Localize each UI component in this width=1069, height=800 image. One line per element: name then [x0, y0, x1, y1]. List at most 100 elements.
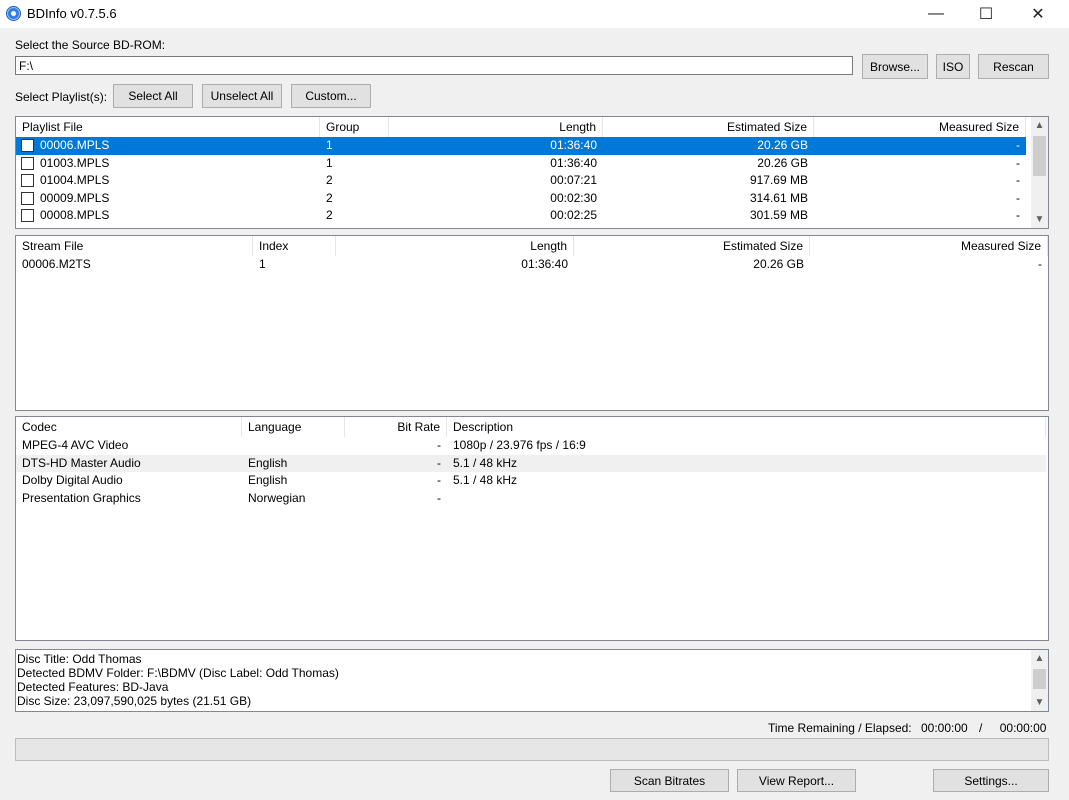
codec-header: Codec Language Bit Rate Description	[16, 417, 1048, 437]
playlist-file: 00009.MPLS	[40, 190, 110, 205]
playlist-estimated-size: 917.69 MB	[749, 173, 808, 187]
col-length[interactable]: Length	[336, 236, 574, 256]
codec-name: Dolby Digital Audio	[22, 473, 123, 487]
col-measured-size[interactable]: Measured Size	[810, 236, 1048, 256]
time-separator: /	[979, 721, 983, 735]
iso-button[interactable]: ISO	[936, 54, 970, 79]
select-all-button[interactable]: Select All	[113, 84, 193, 108]
minimize-button[interactable]: —	[913, 0, 959, 28]
log-line: Detected BDMV Folder: F:\BDMV (Disc Labe…	[17, 666, 339, 680]
col-playlist-file[interactable]: Playlist File	[16, 117, 320, 137]
playlist-length: 01:36:40	[550, 138, 597, 152]
codec-description	[447, 490, 1046, 507]
codec-list[interactable]: Codec Language Bit Rate Description MPEG…	[15, 416, 1049, 641]
codec-bit-rate: -	[437, 490, 441, 505]
col-group[interactable]: Group	[320, 117, 389, 137]
playlist-file: 00006.MPLS	[40, 138, 110, 152]
codec-row[interactable]: MPEG-4 AVC Video - 1080p / 23.976 fps / …	[16, 437, 1046, 455]
browse-button[interactable]: Browse...	[862, 54, 928, 79]
col-description[interactable]: Description	[447, 417, 1046, 437]
log-line: Detected Features: BD-Java	[17, 680, 169, 694]
playlist-file: 01004.MPLS	[40, 173, 110, 187]
playlist-checkbox[interactable]	[21, 209, 34, 222]
codec-name: MPEG-4 AVC Video	[22, 438, 129, 452]
playlist-measured-size: -	[1016, 138, 1020, 152]
playlist-header: Playlist File Group Length Estimated Siz…	[16, 117, 1048, 137]
playlist-row[interactable]: 00008.MPLS 2 00:02:25 301.59 MB -	[16, 207, 1026, 225]
playlist-scrollbar[interactable]: ▲ ▼	[1031, 117, 1048, 228]
playlist-list[interactable]: Playlist File Group Length Estimated Siz…	[15, 116, 1049, 229]
codec-language	[242, 437, 345, 454]
playlist-group: 2	[326, 190, 333, 205]
playlist-estimated-size: 20.26 GB	[757, 138, 808, 152]
select-playlists-label: Select Playlist(s):	[15, 90, 108, 104]
playlist-row[interactable]: 00009.MPLS 2 00:02:30 314.61 MB -	[16, 190, 1026, 208]
col-language[interactable]: Language	[242, 417, 345, 437]
playlist-measured-size: -	[1016, 155, 1020, 170]
stream-estimated-size: 20.26 GB	[753, 257, 804, 271]
playlist-estimated-size: 314.61 MB	[749, 190, 808, 205]
custom-button[interactable]: Custom...	[291, 84, 371, 108]
playlist-row[interactable]: 01003.MPLS 1 01:36:40 20.26 GB -	[16, 155, 1026, 173]
scroll-up-icon[interactable]: ▲	[1031, 117, 1048, 134]
source-label: Select the Source BD-ROM:	[15, 38, 166, 52]
codec-row[interactable]: Presentation Graphics Norwegian -	[16, 490, 1046, 508]
col-bit-rate[interactable]: Bit Rate	[345, 417, 447, 437]
col-estimated-size[interactable]: Estimated Size	[603, 117, 814, 137]
scroll-up-icon[interactable]: ▲	[1031, 650, 1048, 667]
codec-description: 5.1 / 48 kHz	[453, 473, 518, 487]
codec-bit-rate: -	[437, 438, 441, 452]
col-index[interactable]: Index	[253, 236, 336, 256]
disc-info-log[interactable]: Disc Title: Odd Thomas Detected BDMV Fol…	[15, 649, 1049, 712]
playlist-estimated-size: 20.26 GB	[757, 155, 808, 170]
codec-description: 1080p / 23.976 fps / 16:9	[453, 438, 586, 452]
playlist-row[interactable]: 00006.MPLS 1 01:36:40 20.26 GB -	[16, 137, 1026, 155]
playlist-checkbox[interactable]	[21, 174, 34, 187]
scrollbar-thumb[interactable]	[1033, 669, 1046, 689]
col-stream-file[interactable]: Stream File	[16, 236, 253, 256]
time-elapsed: 00:00:00	[999, 721, 1047, 735]
log-scrollbar[interactable]: ▲ ▼	[1031, 650, 1048, 711]
log-line: Disc Size: 23,097,590,025 bytes (21.51 G…	[17, 694, 252, 708]
playlist-length: 00:07:21	[550, 173, 597, 187]
codec-row[interactable]: Dolby Digital Audio English - 5.1 / 48 k…	[16, 472, 1046, 490]
playlist-file: 01003.MPLS	[40, 155, 110, 170]
scroll-down-icon[interactable]: ▼	[1031, 211, 1048, 228]
stream-row[interactable]: 00006.M2TS 1 01:36:40 20.26 GB -	[16, 256, 1048, 274]
codec-language: Norwegian	[248, 490, 306, 505]
rescan-button[interactable]: Rescan	[978, 54, 1049, 79]
playlist-length: 01:36:40	[550, 155, 597, 170]
col-codec[interactable]: Codec	[16, 417, 242, 437]
time-remaining: 00:00:00	[920, 721, 968, 735]
codec-row[interactable]: DTS-HD Master Audio English - 5.1 / 48 k…	[16, 454, 1046, 472]
playlist-measured-size: -	[1016, 208, 1020, 222]
source-path-input[interactable]: F:\	[15, 56, 853, 75]
stream-file: 00006.M2TS	[22, 257, 91, 271]
col-length[interactable]: Length	[389, 117, 603, 137]
view-report-button[interactable]: View Report...	[737, 769, 856, 792]
scroll-down-icon[interactable]: ▼	[1031, 694, 1048, 711]
unselect-all-button[interactable]: Unselect All	[202, 84, 282, 108]
scrollbar-thumb[interactable]	[1033, 136, 1046, 176]
playlist-row[interactable]: 01004.MPLS 2 00:07:21 917.69 MB -	[16, 172, 1026, 190]
maximize-button[interactable]: ☐	[963, 0, 1009, 28]
settings-button[interactable]: Settings...	[933, 769, 1049, 792]
time-status: Time Remaining / Elapsed: 00:00:00 / 00:…	[768, 721, 1046, 735]
col-estimated-size[interactable]: Estimated Size	[574, 236, 810, 256]
codec-bit-rate: -	[437, 455, 441, 470]
stream-length: 01:36:40	[521, 257, 568, 271]
playlist-checkbox[interactable]	[21, 139, 34, 152]
playlist-group: 2	[326, 173, 333, 187]
close-button[interactable]: ✕	[1015, 0, 1061, 28]
scan-bitrates-button[interactable]: Scan Bitrates	[610, 769, 729, 792]
col-measured-size[interactable]: Measured Size	[814, 117, 1026, 137]
stream-list[interactable]: Stream File Index Length Estimated Size …	[15, 235, 1049, 411]
playlist-checkbox[interactable]	[21, 191, 34, 205]
time-label: Time Remaining / Elapsed:	[768, 721, 912, 735]
codec-name: DTS-HD Master Audio	[22, 455, 141, 470]
playlist-measured-size: -	[1016, 173, 1020, 187]
log-line: Disc Title: Odd Thomas	[17, 652, 142, 666]
codec-name: Presentation Graphics	[22, 490, 141, 505]
codec-language: English	[248, 473, 288, 487]
playlist-checkbox[interactable]	[21, 156, 34, 170]
